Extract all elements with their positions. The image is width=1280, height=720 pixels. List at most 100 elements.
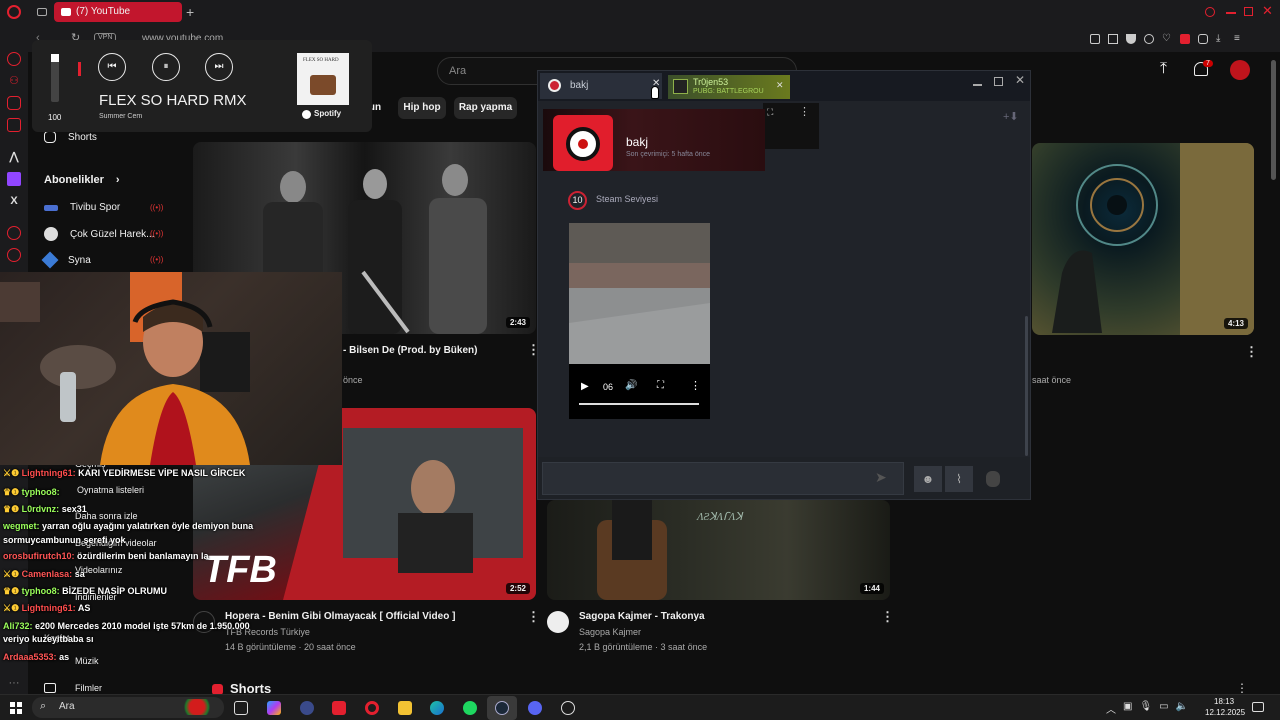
video-menu-icon[interactable]: ⋮ [1245, 345, 1258, 358]
tray-app-icon[interactable]: ▣ [1123, 701, 1132, 715]
emoji-button[interactable]: ☻ [914, 466, 942, 492]
microphone-icon[interactable]: 🎙 [1139, 701, 1152, 715]
profile-avatar[interactable] [553, 115, 613, 171]
spotify-app-icon[interactable] [463, 701, 477, 715]
next-track-button[interactable]: ⏭ [205, 53, 233, 81]
app-icon[interactable] [561, 701, 575, 715]
subscriptions-header[interactable]: Abonelikler › [44, 174, 120, 186]
snapshot-icon[interactable] [1108, 34, 1118, 44]
fullscreen-icon[interactable]: ⛶ [657, 380, 664, 391]
close-window-button[interactable]: ✕ [1262, 3, 1273, 19]
maximize-window-button[interactable] [1244, 7, 1253, 16]
volume-icon[interactable]: 🔊 [625, 380, 637, 391]
sidebar-sub-item[interactable]: Syna [41, 251, 91, 269]
ai-icon[interactable]: ⋀ [7, 150, 21, 164]
previous-track-button[interactable]: ⏮ [98, 53, 126, 81]
puzzle-icon[interactable] [1198, 34, 1208, 44]
download-icon[interactable]: ⤓ [1216, 34, 1226, 44]
taskbar-time[interactable]: 18:13 [1214, 697, 1234, 706]
chat-tab-bakj[interactable]: bakj ✕ [540, 73, 662, 99]
new-tab-button[interactable]: + [186, 4, 194, 20]
maximize-icon[interactable] [994, 77, 1003, 86]
play-icon[interactable]: ▶ [581, 381, 589, 392]
voice-icon[interactable]: +⬇ [1003, 110, 1019, 123]
video-menu-icon[interactable]: ⋮ [527, 343, 540, 356]
send-button[interactable]: ➤ [875, 469, 897, 489]
volume-icon[interactable]: 🔈 [1176, 701, 1188, 715]
voice-chat-button[interactable] [986, 471, 1000, 487]
notification-center-icon[interactable] [1252, 702, 1264, 712]
close-icon[interactable]: ✕ [1015, 73, 1025, 87]
extension-icons[interactable]: ♡ ⤓ ≡ [1090, 34, 1270, 45]
file-explorer-icon[interactable] [398, 701, 412, 715]
opera-logo-icon[interactable] [7, 5, 21, 19]
browser-tab-youtube[interactable]: (7) YouTube [54, 2, 182, 22]
copilot-icon[interactable] [267, 701, 281, 715]
video-thumbnail[interactable]: 4:13 [1032, 143, 1254, 335]
close-tab-icon[interactable]: ✕ [776, 80, 784, 91]
video-embed[interactable]: ▶ 06 🔊 ⛶ ⋮ [569, 223, 710, 419]
video-channel[interactable]: Sagopa Kajmer [579, 627, 641, 637]
more-options-icon[interactable]: ⋮ [690, 379, 701, 392]
chat-icon[interactable]: ⚇ [7, 74, 21, 88]
chat-scrollbar[interactable] [1025, 316, 1028, 456]
clock-icon[interactable] [7, 248, 21, 262]
video-progress-bar[interactable] [579, 403, 699, 405]
history-icon[interactable] [7, 226, 21, 240]
taskbar-search-input[interactable]: Ara [59, 701, 75, 712]
volume-slider[interactable] [51, 54, 59, 102]
steam-app-active[interactable] [487, 696, 517, 720]
messenger-icon[interactable] [7, 96, 21, 110]
youtube-app-icon[interactable] [332, 701, 346, 715]
message-input[interactable] [542, 462, 904, 495]
search-input[interactable]: Ara [449, 65, 466, 77]
minimize-window-button[interactable] [1226, 12, 1236, 14]
heart-icon[interactable]: ♡ [1162, 34, 1172, 44]
instagram-icon[interactable] [7, 118, 21, 132]
video-menu-icon[interactable]: ⋮ [881, 610, 894, 623]
more-icon[interactable]: ⋮ [1236, 681, 1248, 695]
video-thumbnail[interactable]: ΛƧꓘΛꓩΛꓘ 1:44 [547, 500, 890, 600]
workspaces-icon[interactable] [37, 8, 47, 16]
menu-icon[interactable]: ≡ [1234, 34, 1244, 44]
search-tabs-icon[interactable] [1205, 7, 1215, 17]
video-menu-icon[interactable]: ⋮ [527, 610, 540, 623]
more-icon[interactable]: ··· [7, 676, 21, 690]
upload-icon[interactable]: ⤒ [1160, 60, 1167, 78]
chip-hip-hop[interactable]: Hip hop [398, 97, 446, 119]
taskbar-date[interactable]: 12.12.2025 [1205, 708, 1245, 717]
taskbar-search[interactable]: ⌕ Ara [32, 697, 224, 718]
chip-rap-yapma[interactable]: Rap yapma [454, 97, 517, 119]
chat-tab-tr0jen[interactable]: Tr0jen53 PUBG: BATTLEGROU ✕ [668, 75, 790, 99]
chevron-up-icon[interactable]: ︿ [1106, 701, 1116, 716]
more-options-icon[interactable]: ⋮ [799, 105, 810, 118]
avatar[interactable] [1230, 60, 1250, 80]
task-view-icon[interactable] [234, 701, 248, 715]
volume-thumb[interactable] [51, 54, 59, 62]
page-scrollbar[interactable] [1271, 60, 1276, 180]
fullscreen-icon[interactable]: ⛶ [767, 107, 773, 118]
extension-red-icon[interactable] [1180, 34, 1190, 44]
sidebar-item-shorts[interactable]: Shorts [44, 131, 97, 143]
minimize-icon[interactable] [973, 84, 982, 86]
windows-start-icon[interactable] [10, 702, 22, 714]
sidebar-sub-item[interactable]: Tivibu Spor [44, 202, 120, 213]
profile-name[interactable]: bakj [626, 135, 648, 149]
app-icon[interactable] [300, 701, 314, 715]
channel-avatar[interactable] [547, 611, 569, 633]
attach-button[interactable]: ⌇ [945, 466, 973, 492]
system-tray[interactable]: ︿ ▣ 🎙 ▭ 🔈 [1106, 701, 1196, 716]
play-icon[interactable] [1144, 34, 1154, 44]
sidebar-sub-item[interactable]: Çok Güzel Harek... [44, 227, 154, 241]
shield-icon[interactable] [1126, 34, 1136, 44]
network-icon[interactable]: ▭ [1159, 701, 1168, 715]
edge-icon[interactable] [430, 701, 444, 715]
star-icon[interactable] [1090, 34, 1100, 44]
video-title[interactable]: - Bilsen De (Prod. by Büken) [343, 345, 477, 356]
sidebar-item-movies[interactable]: Filmler [75, 683, 102, 693]
opera-app-icon[interactable] [365, 701, 379, 715]
aria-icon[interactable] [7, 52, 21, 66]
twitch-icon[interactable] [7, 172, 21, 186]
pause-button[interactable]: ⏸ [152, 53, 180, 81]
video-title[interactable]: Sagopa Kajmer - Trakonya [579, 611, 705, 622]
